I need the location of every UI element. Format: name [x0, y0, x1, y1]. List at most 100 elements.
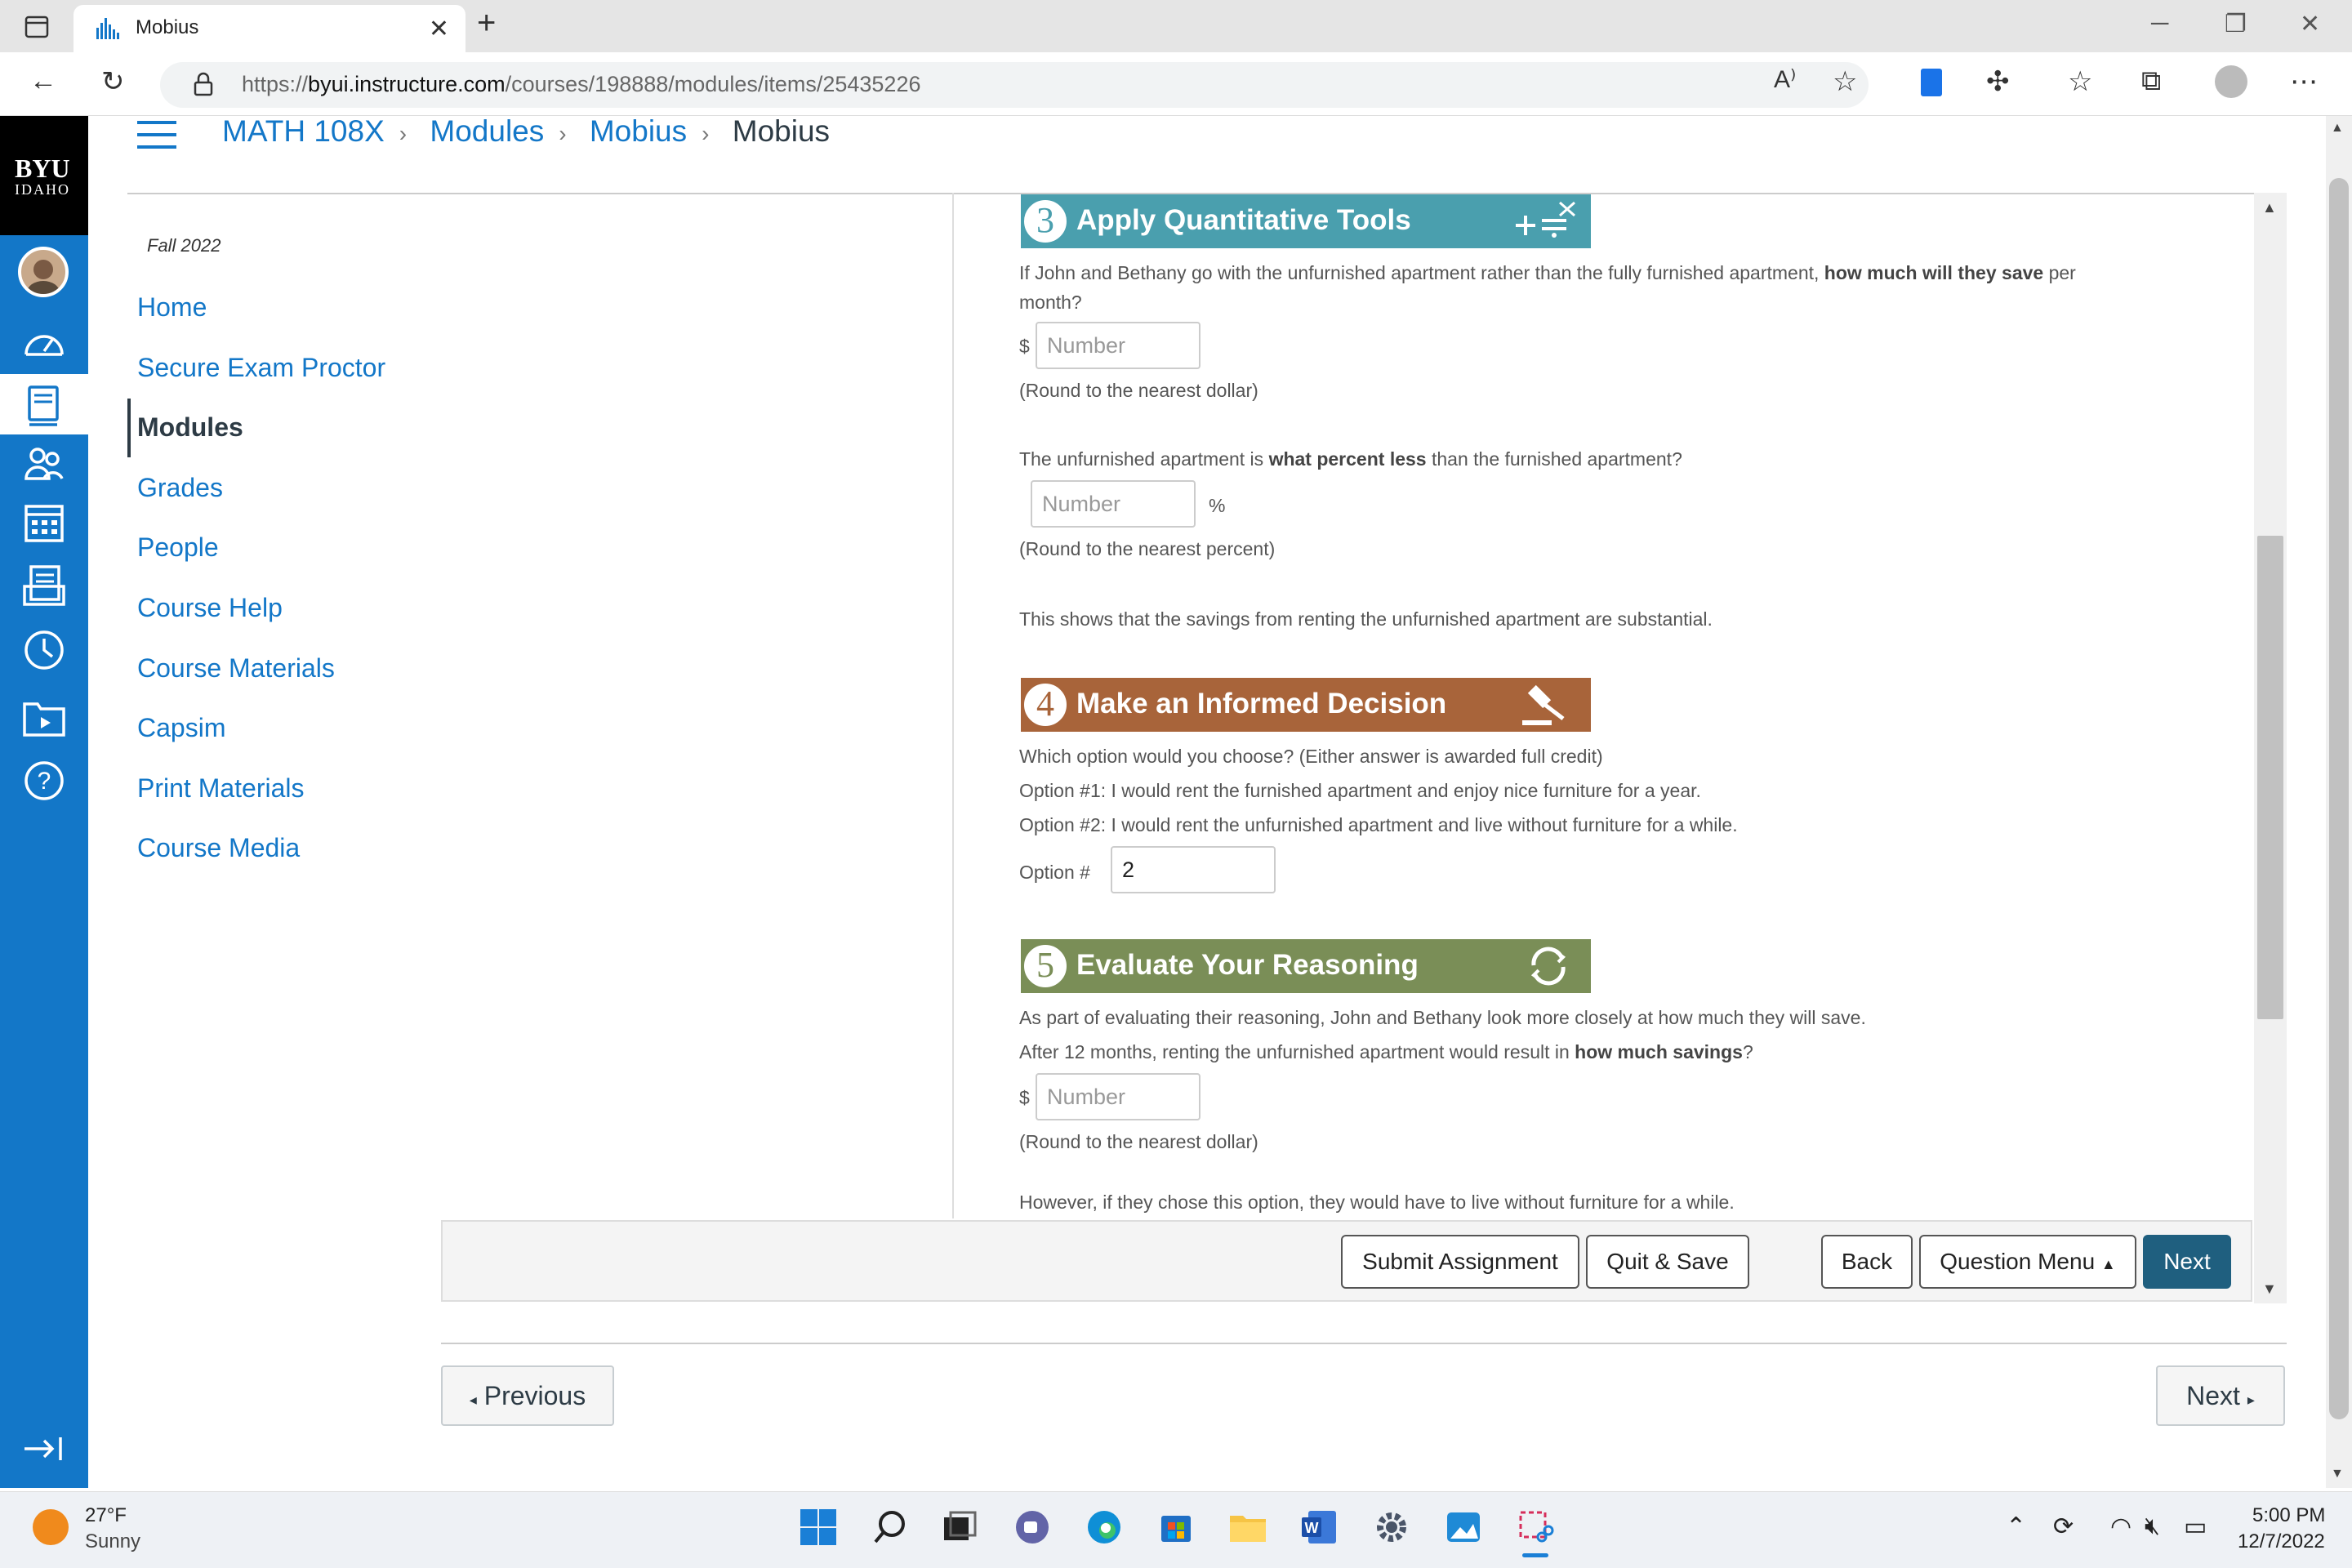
- help-icon[interactable]: ?: [20, 756, 69, 805]
- edge-icon[interactable]: [1083, 1506, 1125, 1548]
- course-nav-print-materials[interactable]: Print Materials: [137, 773, 305, 804]
- sync-icon[interactable]: ⟳: [2053, 1512, 2074, 1541]
- breadcrumb-modules[interactable]: Modules: [430, 114, 544, 148]
- page-scroll-up-icon[interactable]: ▲: [2331, 121, 2344, 136]
- scroll-up-icon[interactable]: ▲: [2262, 199, 2277, 216]
- step3-number: 3: [1021, 197, 1070, 246]
- volume-muted-icon[interactable]: 🔇︎: [2145, 1512, 2160, 1540]
- step3-header: 3 Apply Quantitative Tools: [1021, 194, 1591, 248]
- scroll-down-icon[interactable]: ▼: [2262, 1281, 2277, 1298]
- read-aloud-icon[interactable]: A⁾: [1774, 65, 1796, 94]
- next-module-button[interactable]: Next ▸: [2156, 1365, 2285, 1426]
- logo-text-bottom: IDAHO: [15, 181, 70, 198]
- weather-temp[interactable]: 27°F: [85, 1504, 127, 1527]
- step5-question: After 12 months, renting the unfurnished…: [1019, 1041, 1753, 1062]
- monthly-savings-input[interactable]: Number: [1036, 322, 1200, 369]
- course-nav-course-help[interactable]: Course Help: [137, 593, 283, 623]
- step3-title: Apply Quantitative Tools: [1076, 204, 1411, 236]
- settings-gear-icon[interactable]: [1370, 1506, 1413, 1548]
- back-icon[interactable]: ←: [29, 65, 57, 97]
- more-icon[interactable]: ⋯: [2290, 65, 2318, 98]
- add-favorite-icon[interactable]: ☆: [1833, 65, 1857, 98]
- gavel-icon: [1522, 684, 1565, 725]
- restore-icon[interactable]: ❐: [2225, 10, 2247, 38]
- profile-icon[interactable]: [2215, 65, 2247, 98]
- collections-icon[interactable]: ⧉: [2141, 65, 2161, 97]
- close-window-icon[interactable]: ✕: [2300, 10, 2320, 38]
- extension-docs-icon[interactable]: [1921, 69, 1942, 96]
- step5-title: Evaluate Your Reasoning: [1076, 949, 1419, 981]
- course-nav-grades[interactable]: Grades: [137, 473, 223, 503]
- word-icon[interactable]: W: [1298, 1506, 1341, 1548]
- tab-actions-icon[interactable]: [24, 15, 49, 39]
- course-nav-home[interactable]: Home: [137, 292, 207, 323]
- battery-icon[interactable]: ▭: [2184, 1512, 2207, 1541]
- new-tab-icon[interactable]: +: [477, 5, 496, 42]
- next-question-button[interactable]: Next: [2143, 1235, 2231, 1289]
- content-scroll-thumb[interactable]: [2257, 536, 2283, 1019]
- file-explorer-icon[interactable]: [1227, 1506, 1269, 1548]
- calendar-icon[interactable]: [20, 498, 69, 547]
- course-nav-capsim[interactable]: Capsim: [137, 713, 225, 743]
- svg-text:W: W: [1305, 1520, 1319, 1536]
- option-choice-input[interactable]: 2: [1111, 846, 1276, 893]
- clock-time[interactable]: 5:00 PM: [2252, 1504, 2325, 1527]
- previous-module-button[interactable]: ◂ Previous: [441, 1365, 614, 1426]
- courses-icon[interactable]: [20, 381, 69, 430]
- sun-icon[interactable]: [33, 1509, 69, 1545]
- annual-savings-input[interactable]: Number: [1036, 1073, 1200, 1120]
- caret-left-icon: ◂: [469, 1392, 477, 1408]
- url-text[interactable]: https://byui.instructure.com/courses/198…: [242, 72, 920, 97]
- mobius-favicon-icon: [96, 18, 119, 39]
- close-tab-icon[interactable]: ✕: [429, 15, 449, 43]
- course-nav-course-media[interactable]: Course Media: [137, 833, 300, 863]
- round-dollar-note: (Round to the nearest dollar): [1019, 380, 1258, 401]
- windows-start-icon[interactable]: [797, 1506, 840, 1548]
- course-nav-secure-exam-proctor[interactable]: Secure Exam Proctor: [137, 353, 385, 383]
- content-divider: [952, 193, 954, 1218]
- percent-less-input[interactable]: Number: [1031, 480, 1196, 528]
- browser-tab[interactable]: Mobius ✕: [74, 5, 466, 52]
- account-avatar[interactable]: [18, 247, 69, 297]
- quit-save-button[interactable]: Quit & Save: [1586, 1235, 1749, 1289]
- course-nav-modules[interactable]: Modules: [137, 412, 243, 443]
- studio-icon[interactable]: [20, 693, 69, 742]
- weather-condition[interactable]: Sunny: [85, 1530, 140, 1553]
- refresh-icon[interactable]: ↻: [101, 65, 125, 98]
- course-nav-course-materials[interactable]: Course Materials: [137, 653, 335, 684]
- currency-symbol: $: [1019, 336, 1030, 357]
- breadcrumb-mobius-link[interactable]: Mobius: [590, 114, 687, 148]
- history-icon[interactable]: [20, 626, 69, 675]
- lock-icon[interactable]: [193, 72, 214, 96]
- snipping-tool-icon[interactable]: [1514, 1506, 1557, 1548]
- store-icon[interactable]: [1155, 1506, 1197, 1548]
- teams-chat-icon[interactable]: [1011, 1506, 1054, 1548]
- groups-icon[interactable]: [20, 441, 69, 490]
- favorites-icon[interactable]: ☆: [2068, 65, 2092, 98]
- page-scroll-thumb[interactable]: [2329, 178, 2349, 1419]
- show-hidden-icons-icon[interactable]: ⌃: [2006, 1512, 2026, 1541]
- question-menu-button[interactable]: Question Menu ▲: [1919, 1235, 2136, 1289]
- photos-icon[interactable]: [1442, 1506, 1485, 1548]
- search-icon[interactable]: [869, 1506, 911, 1548]
- active-indicator: [127, 399, 131, 457]
- collapse-nav-icon[interactable]: [20, 1424, 69, 1473]
- extensions-icon[interactable]: ✣: [1986, 65, 2010, 98]
- breadcrumb-course[interactable]: MATH 108X: [222, 114, 385, 148]
- clock-date[interactable]: 12/7/2022: [2238, 1530, 2325, 1553]
- inbox-icon[interactable]: [20, 562, 69, 611]
- wifi-icon[interactable]: ◠: [2110, 1512, 2132, 1541]
- dashboard-icon[interactable]: [20, 318, 69, 368]
- option-label: Option #: [1019, 862, 1090, 883]
- back-button[interactable]: Back: [1821, 1235, 1913, 1289]
- active-app-indicator: [1522, 1553, 1548, 1557]
- submit-assignment-button[interactable]: Submit Assignment: [1341, 1235, 1579, 1289]
- page-scroll-down-icon[interactable]: ▼: [2331, 1467, 2344, 1481]
- logo-text-top: BYU: [15, 154, 70, 183]
- course-nav-people[interactable]: People: [137, 532, 219, 563]
- course-menu-toggle[interactable]: [137, 121, 176, 150]
- task-view-icon[interactable]: [938, 1506, 980, 1548]
- breadcrumb-current: Mobius: [732, 114, 831, 148]
- minimize-icon[interactable]: ─: [2151, 10, 2168, 38]
- percent-symbol: %: [1209, 495, 1226, 516]
